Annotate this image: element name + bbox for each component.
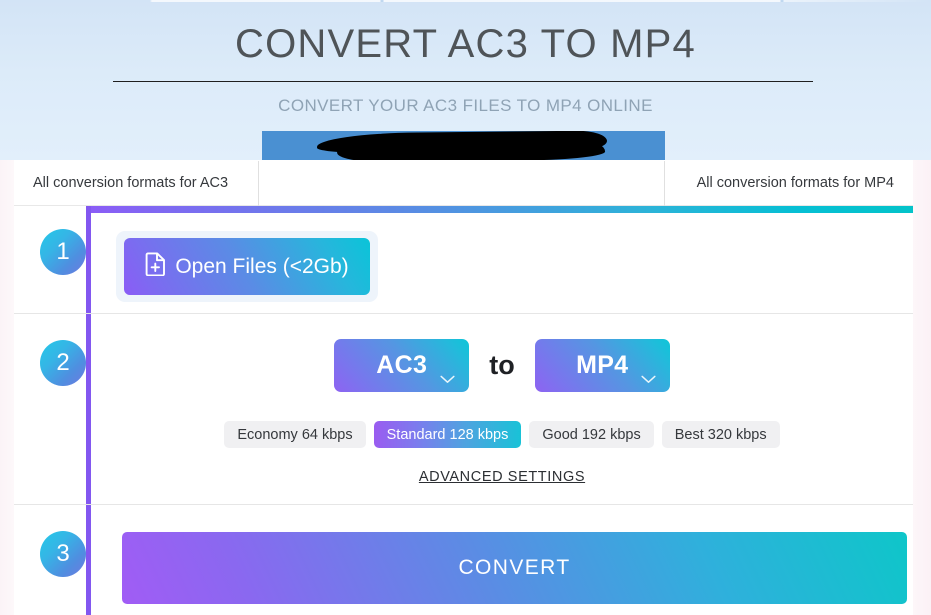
bitrate-option-economy[interactable]: Economy 64 kbps (224, 421, 366, 448)
chevron-down-icon (641, 362, 656, 391)
header-top-divider (0, 0, 931, 2)
chevron-down-icon (440, 362, 455, 391)
bitrate-option-best[interactable]: Best 320 kbps (661, 421, 780, 448)
tab-middle-empty[interactable] (259, 160, 665, 206)
tab-all-formats-target[interactable]: All conversion formats for MP4 (665, 161, 913, 206)
step-3-convert: 3 CONVERT (14, 505, 913, 615)
step-2-format-settings: 2 AC3 to MP4 Economy 64 kbps Standard 12… (14, 314, 913, 505)
to-label: to (489, 350, 515, 380)
target-format-label: MP4 (576, 351, 629, 379)
source-format-dropdown[interactable]: AC3 (334, 339, 470, 392)
step-number-badge: 3 (40, 531, 86, 577)
title-divider (113, 81, 813, 82)
advanced-settings-link[interactable]: ADVANCED SETTINGS (419, 469, 585, 485)
conversion-format-tabs: All conversion formats for AC3 All conve… (14, 160, 913, 206)
bitrate-option-good[interactable]: Good 192 kbps (529, 421, 654, 448)
bitrate-option-standard[interactable]: Standard 128 kbps (373, 421, 522, 448)
open-files-button[interactable]: Open Files (<2Gb) (124, 238, 370, 295)
tab-label: All conversion formats for AC3 (33, 175, 229, 191)
tab-all-formats-source[interactable]: All conversion formats for AC3 (14, 160, 259, 206)
source-format-label: AC3 (376, 351, 428, 379)
page-subtitle: CONVERT YOUR AC3 FILES TO MP4 ONLINE (278, 96, 653, 115)
bitrate-options: Economy 64 kbps Standard 128 kbps Good 1… (91, 421, 913, 448)
convert-button[interactable]: CONVERT (122, 532, 907, 604)
promo-banner[interactable] (262, 131, 665, 160)
panel-gradient-bar (86, 206, 913, 213)
page-title: CONVERT AC3 TO MP4 (234, 22, 696, 66)
open-files-dropzone[interactable]: Open Files (<2Gb) (116, 231, 378, 302)
format-selector-row: AC3 to MP4 (91, 339, 913, 392)
file-plus-icon (145, 251, 166, 282)
page-header: CONVERT AC3 TO MP4 CONVERT YOUR AC3 FILE… (0, 0, 931, 160)
open-files-label: Open Files (<2Gb) (175, 254, 349, 278)
step-1-open-files: 1 Open Files (<2Gb) (14, 213, 913, 314)
redaction-overlay (316, 131, 608, 156)
target-format-dropdown[interactable]: MP4 (534, 339, 670, 392)
step-number-badge: 1 (40, 229, 86, 275)
step-number-badge: 2 (40, 340, 86, 386)
advanced-settings-row: ADVANCED SETTINGS (91, 469, 913, 485)
converter-panel: 1 Open Files (<2Gb) 2 AC3 to MP4 Economy… (14, 206, 913, 615)
tab-label: All conversion formats for MP4 (696, 175, 894, 191)
